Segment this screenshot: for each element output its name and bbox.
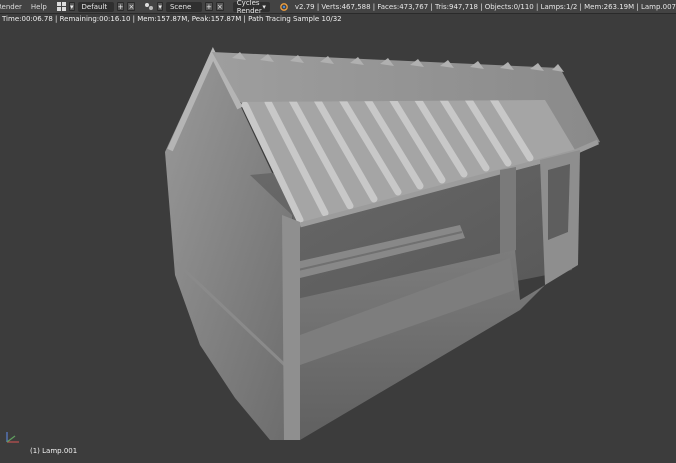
- render-engine-value: Cycles Render: [236, 0, 262, 15]
- scene-statistics: v2.79 | Verts:467,588 | Faces:473,767 | …: [294, 2, 676, 11]
- front-corner-post: [282, 215, 300, 440]
- active-object-label: (1) Lamp.001: [30, 447, 78, 455]
- render-engine-select[interactable]: Cycles Render ▾: [232, 0, 270, 15]
- blender-logo-icon: [279, 2, 288, 12]
- screen-layout-value: Default: [81, 2, 108, 11]
- render-status-text: Time:00:06.78 | Remaining:00:16.10 | Mem…: [2, 15, 342, 23]
- axis-gizmo-icon: [3, 430, 23, 448]
- menu-render[interactable]: Render: [0, 3, 25, 11]
- chevron-down-icon: ▾: [262, 2, 266, 11]
- scene-icon[interactable]: [144, 2, 154, 12]
- remove-layout-button[interactable]: ×: [127, 2, 136, 11]
- menu-help[interactable]: Help: [28, 3, 50, 11]
- scene-dropdown-chevron-icon[interactable]: ▾: [157, 2, 163, 11]
- right-window-opening: [548, 164, 570, 240]
- 3d-viewport[interactable]: [0, 24, 676, 461]
- scene-value: Scene: [169, 2, 192, 11]
- add-layout-button[interactable]: +: [116, 2, 125, 11]
- scene-field[interactable]: Scene: [165, 1, 203, 12]
- info-header: Render Help ▾ Default + × ▾ Scene + × Cy…: [0, 0, 676, 15]
- remove-scene-button[interactable]: ×: [215, 2, 224, 11]
- layout-dropdown-chevron-icon[interactable]: ▾: [68, 2, 75, 11]
- screen-layout-field[interactable]: Default: [77, 1, 114, 12]
- screen-layout-icon[interactable]: [56, 2, 66, 12]
- add-scene-button[interactable]: +: [205, 2, 213, 11]
- middle-post: [500, 167, 516, 258]
- rendered-shed-model: [165, 46, 600, 440]
